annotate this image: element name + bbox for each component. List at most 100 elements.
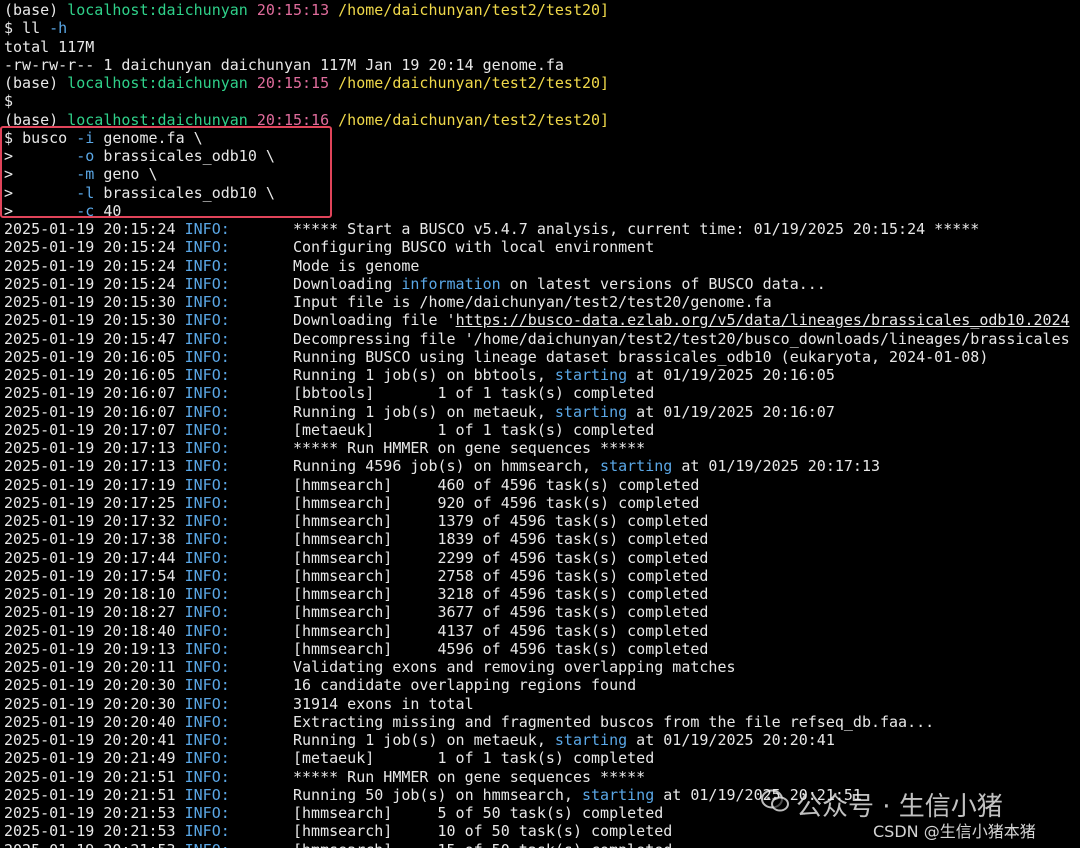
log-level: INFO: bbox=[184, 694, 230, 713]
log-level: INFO: bbox=[184, 256, 230, 275]
busco-log-output: 2025-01-19 20:15:24 INFO: ***** Start a … bbox=[4, 220, 1080, 848]
log-message: 31914 exons in total bbox=[293, 694, 474, 713]
watermark-csdn: CSDN @生信小猪本猪 bbox=[873, 822, 1036, 841]
log-message: [hmmsearch] 1379 of 4596 task(s) complet… bbox=[293, 512, 709, 530]
log-timestamp: 2025-01-19 20:20:40 bbox=[4, 712, 176, 731]
log-message: Mode is genome bbox=[293, 256, 420, 275]
log-line: 2025-01-19 20:17:25 INFO: [hmmsearch] 92… bbox=[4, 494, 1080, 512]
log-timestamp: 2025-01-19 20:15:24 bbox=[4, 274, 176, 293]
log-level: INFO: bbox=[184, 347, 230, 366]
log-timestamp: 2025-01-19 20:15:24 bbox=[4, 256, 176, 275]
log-timestamp: 2025-01-19 20:17:38 bbox=[4, 530, 176, 549]
log-message: ***** Run HMMER on gene sequences ***** bbox=[293, 767, 646, 786]
log-message: [hmmsearch] 15 of 50 task(s) completed bbox=[293, 841, 672, 848]
log-level: INFO: bbox=[184, 274, 230, 293]
log-message: [hmmsearch] 460 of 4596 task(s) complete… bbox=[293, 475, 700, 494]
log-message: [bbtools] 1 of 1 task(s) completed bbox=[293, 384, 655, 403]
log-level: INFO: bbox=[184, 804, 230, 822]
log-message: [hmmsearch] 1839 of 4596 task(s) complet… bbox=[293, 530, 709, 549]
log-line: 2025-01-19 20:17:44 INFO: [hmmsearch] 22… bbox=[4, 549, 1080, 567]
log-keyword: starting bbox=[554, 731, 628, 749]
busco-continuation-line: > -m geno \ bbox=[4, 165, 158, 184]
log-level: INFO: bbox=[184, 767, 230, 786]
log-message: at 01/19/2025 20:16:07 bbox=[627, 402, 835, 421]
busco-continuation-line: > -o brassicales_odb10 \ bbox=[4, 147, 275, 165]
log-keyword: information bbox=[401, 274, 501, 293]
log-timestamp: 2025-01-19 20:21:53 bbox=[4, 841, 176, 848]
busco-command-line: $ busco -i genome.fa \ bbox=[4, 128, 203, 147]
log-timestamp: 2025-01-19 20:21:51 bbox=[4, 785, 176, 804]
log-message: [metaeuk] 1 of 1 task(s) completed bbox=[293, 749, 655, 768]
log-level: INFO: bbox=[184, 658, 230, 676]
log-line: 2025-01-19 20:15:24 INFO: Mode is genome bbox=[4, 257, 1080, 275]
log-message: at 01/19/2025 20:17:13 bbox=[672, 457, 881, 476]
log-message: Running 1 job(s) on bbtools, bbox=[293, 366, 555, 384]
log-line: 2025-01-19 20:21:49 INFO: [metaeuk] 1 of… bbox=[4, 749, 1080, 767]
log-timestamp: 2025-01-19 20:17:44 bbox=[4, 548, 176, 567]
log-keyword: starting bbox=[600, 457, 673, 476]
log-timestamp: 2025-01-19 20:21:51 bbox=[4, 767, 176, 786]
log-line: 2025-01-19 20:17:19 INFO: [hmmsearch] 46… bbox=[4, 476, 1080, 494]
log-level: INFO: bbox=[184, 366, 230, 384]
log-line: 2025-01-19 20:15:24 INFO: ***** Start a … bbox=[4, 220, 1080, 238]
log-timestamp: 2025-01-19 20:15:24 bbox=[4, 220, 176, 238]
terminal-window[interactable]: (base) localhost:daichunyan 20:15:13 /ho… bbox=[0, 0, 1080, 848]
log-message: [hmmsearch] 920 of 4596 task(s) complete… bbox=[293, 493, 700, 512]
log-line: 2025-01-19 20:17:32 INFO: [hmmsearch] 13… bbox=[4, 512, 1080, 530]
log-message: Running BUSCO using lineage dataset bras… bbox=[293, 347, 989, 366]
log-line: 2025-01-19 20:17:54 INFO: [hmmsearch] 27… bbox=[4, 567, 1080, 585]
log-message: [hmmsearch] 3677 of 4596 task(s) complet… bbox=[293, 603, 709, 622]
log-line: 2025-01-19 20:18:10 INFO: [hmmsearch] 32… bbox=[4, 585, 1080, 603]
log-level: INFO: bbox=[184, 639, 230, 658]
log-line: 2025-01-19 20:15:30 INFO: Input file is … bbox=[4, 293, 1080, 311]
log-line: 2025-01-19 20:17:13 INFO: ***** Run HMME… bbox=[4, 439, 1080, 457]
log-line: 2025-01-19 20:20:41 INFO: Running 1 job(… bbox=[4, 731, 1080, 749]
log-line: 2025-01-19 20:20:40 INFO: Extracting mis… bbox=[4, 713, 1080, 731]
log-message: [hmmsearch] 4137 of 4596 task(s) complet… bbox=[293, 621, 709, 640]
log-level: INFO: bbox=[184, 621, 230, 640]
log-line: 2025-01-19 20:17:38 INFO: [hmmsearch] 18… bbox=[4, 530, 1080, 548]
log-message: [hmmsearch] 2758 of 4596 task(s) complet… bbox=[293, 566, 709, 585]
log-keyword: starting bbox=[554, 366, 628, 384]
log-level: INFO: bbox=[184, 439, 230, 457]
prompt-line: (base) localhost:daichunyan 20:15:15 /ho… bbox=[4, 74, 610, 92]
log-timestamp: 2025-01-19 20:17:32 bbox=[4, 512, 176, 530]
log-line: 2025-01-19 20:15:24 INFO: Configuring BU… bbox=[4, 238, 1080, 256]
log-timestamp: 2025-01-19 20:21:53 bbox=[4, 822, 176, 841]
log-message: [hmmsearch] 3218 of 4596 task(s) complet… bbox=[293, 585, 709, 603]
log-timestamp: 2025-01-19 20:18:40 bbox=[4, 621, 176, 640]
log-line: 2025-01-19 20:15:30 INFO: Downloading fi… bbox=[4, 311, 1080, 329]
log-line: 2025-01-19 20:16:07 INFO: [bbtools] 1 of… bbox=[4, 384, 1080, 402]
log-level: INFO: bbox=[184, 731, 230, 749]
log-line: 2025-01-19 20:20:30 INFO: 16 candidate o… bbox=[4, 676, 1080, 694]
log-level: INFO: bbox=[184, 585, 230, 603]
log-line: 2025-01-19 20:15:47 INFO: Decompressing … bbox=[4, 330, 1080, 348]
log-message: [metaeuk] 1 of 1 task(s) completed bbox=[293, 420, 655, 439]
log-level: INFO: bbox=[184, 530, 230, 549]
log-url-link[interactable]: https://busco-data.ezlab.org/v5/data/lin… bbox=[456, 311, 1070, 329]
log-level: INFO: bbox=[184, 512, 230, 530]
log-level: INFO: bbox=[184, 384, 230, 403]
log-level: INFO: bbox=[184, 712, 230, 731]
log-timestamp: 2025-01-19 20:17:13 bbox=[4, 439, 176, 457]
log-line: 2025-01-19 20:20:11 INFO: Validating exo… bbox=[4, 658, 1080, 676]
log-level: INFO: bbox=[184, 493, 230, 512]
log-level: INFO: bbox=[184, 293, 230, 311]
log-level: INFO: bbox=[184, 749, 230, 768]
log-timestamp: 2025-01-19 20:16:07 bbox=[4, 384, 176, 403]
log-timestamp: 2025-01-19 20:21:53 bbox=[4, 804, 176, 822]
log-timestamp: 2025-01-19 20:17:07 bbox=[4, 420, 176, 439]
log-level: INFO: bbox=[184, 566, 230, 585]
log-level: INFO: bbox=[184, 676, 230, 695]
log-message: 16 candidate overlapping regions found bbox=[293, 676, 637, 695]
prompt-line: (base) localhost:daichunyan 20:15:16 /ho… bbox=[4, 110, 610, 129]
log-timestamp: 2025-01-19 20:16:05 bbox=[4, 347, 176, 366]
log-message: at 01/19/2025 20:16:05 bbox=[627, 366, 835, 384]
log-timestamp: 2025-01-19 20:15:30 bbox=[4, 311, 176, 330]
log-message: Configuring BUSCO with local environment bbox=[293, 238, 655, 257]
log-message: ***** Run HMMER on gene sequences ***** bbox=[293, 439, 646, 457]
log-timestamp: 2025-01-19 20:15:47 bbox=[4, 329, 176, 348]
log-timestamp: 2025-01-19 20:18:27 bbox=[4, 603, 176, 622]
log-timestamp: 2025-01-19 20:17:13 bbox=[4, 457, 176, 476]
log-timestamp: 2025-01-19 20:20:11 bbox=[4, 658, 176, 676]
